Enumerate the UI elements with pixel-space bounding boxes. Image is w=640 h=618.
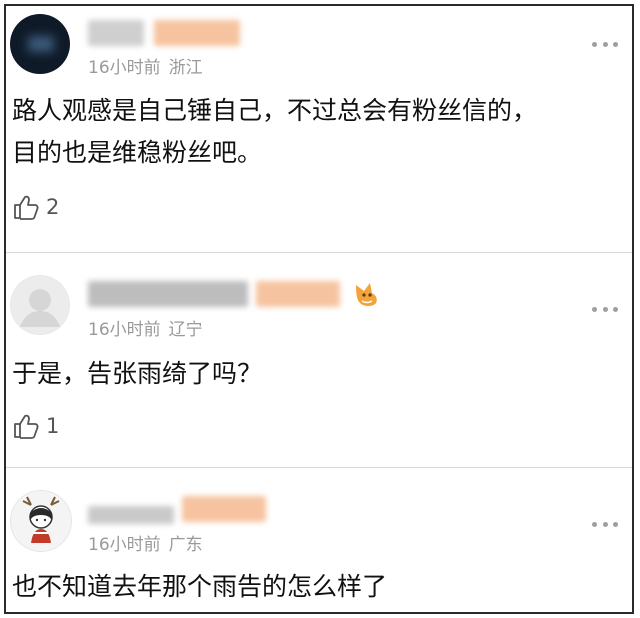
thumbs-up-icon <box>14 195 39 220</box>
comment-item: 16小时前 辽宁 于是，告张雨绮了吗？ 1 <box>6 253 632 467</box>
like-count: 1 <box>46 414 60 438</box>
like-button[interactable]: 2 <box>12 192 59 222</box>
comment-text-line: 也不知道去年那个雨告的怎么样了 <box>12 572 388 601</box>
comment-time: 16小时前 <box>88 535 161 555</box>
comment-text-line: 于是，告张雨绮了吗？ <box>12 359 263 388</box>
comment-time: 16小时前 <box>88 58 161 78</box>
more-dots-icon[interactable] <box>592 520 618 528</box>
avatar[interactable] <box>10 275 70 335</box>
thumbs-up-icon <box>14 414 39 439</box>
comment-location: 浙江 <box>168 58 203 78</box>
more-dots-icon[interactable] <box>592 305 618 313</box>
more-dots-icon[interactable] <box>592 40 618 48</box>
comment-list: 16小时前 浙江 路人观感是自己锤自己，不过总会有粉丝信的， 目的也是维稳粉丝吧。… <box>4 4 634 614</box>
reindeer-girl-avatar-icon <box>22 496 60 543</box>
comment-item: 16小时前 浙江 路人观感是自己锤自己，不过总会有粉丝信的， 目的也是维稳粉丝吧。… <box>6 6 632 252</box>
comment-meta: 16小时前 浙江 <box>88 53 203 78</box>
comment-location: 辽宁 <box>168 320 203 340</box>
default-avatar-icon <box>11 276 69 334</box>
comment-text: 也不知道去年那个雨告的怎么样了 <box>12 566 626 608</box>
like-count: 2 <box>46 195 60 219</box>
comment-text-line: 目的也是维稳粉丝吧。 <box>12 138 263 167</box>
comment-item: 16小时前 广东 也不知道去年那个雨告的怎么样了 <box>6 468 632 612</box>
comment-text-line: 路人观感是自己锤自己，不过总会有粉丝信的， <box>12 96 538 125</box>
comment-text: 路人观感是自己锤自己，不过总会有粉丝信的， 目的也是维稳粉丝吧。 <box>12 90 626 174</box>
fox-badge-icon <box>352 279 382 313</box>
comment-meta: 16小时前 辽宁 <box>88 315 203 340</box>
comment-meta: 16小时前 广东 <box>88 530 203 555</box>
avatar[interactable] <box>10 14 70 74</box>
avatar[interactable] <box>10 490 72 552</box>
like-button[interactable]: 1 <box>12 411 59 441</box>
comment-time: 16小时前 <box>88 320 161 340</box>
comment-location: 广东 <box>168 535 203 555</box>
comment-text: 于是，告张雨绮了吗？ <box>12 353 626 395</box>
